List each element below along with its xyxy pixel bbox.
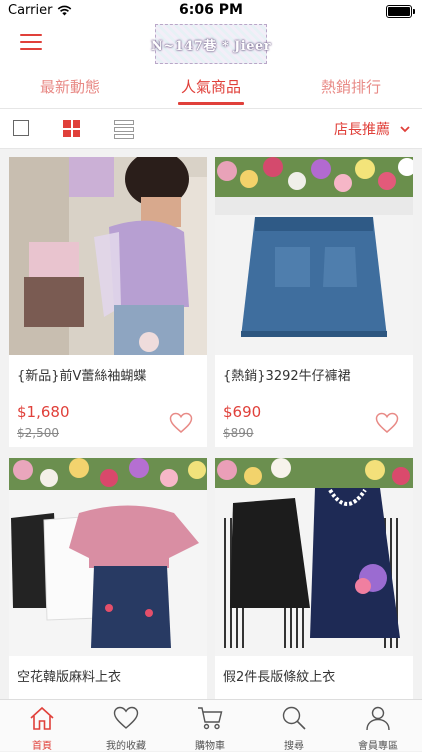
- product-price: $1,680: [17, 403, 70, 421]
- tab-latest[interactable]: 最新動態: [40, 76, 100, 97]
- battery-icon: [386, 5, 415, 18]
- product-image[interactable]: [215, 157, 413, 355]
- list-view-icon[interactable]: [114, 120, 134, 139]
- product-title: 空花韓版麻料上衣: [17, 670, 122, 685]
- tabbar-home[interactable]: 首頁: [0, 700, 84, 752]
- tabbar-search[interactable]: 搜尋: [252, 700, 336, 752]
- sort-label: 店長推薦: [334, 122, 390, 138]
- tab-best-selling[interactable]: 熱銷排行: [321, 76, 381, 97]
- product-price: $690: [223, 403, 262, 421]
- tabbar-member[interactable]: 會員專區: [336, 700, 420, 752]
- favorite-heart-icon[interactable]: [375, 412, 399, 434]
- status-time: 6:06 PM: [179, 2, 243, 18]
- product-title: 假2件長版條紋上衣: [223, 670, 336, 685]
- product-image[interactable]: [9, 157, 207, 355]
- heart-icon: [113, 706, 139, 729]
- tabbar-cart[interactable]: 購物車: [168, 700, 252, 752]
- bottom-tab-bar: 首頁 我的收藏 購物車 搜尋 會員專區: [0, 699, 422, 752]
- menu-icon[interactable]: [20, 34, 42, 52]
- active-tab-indicator: [178, 102, 244, 105]
- product-original-price: $2,500: [17, 426, 59, 440]
- product-title: {熱銷}3292牛仔褲裙: [223, 369, 351, 384]
- home-icon: [30, 706, 54, 730]
- nav-bar: N~147巷 * Jieer: [0, 22, 422, 66]
- product-image[interactable]: [9, 458, 207, 656]
- product-card[interactable]: {熱銷}3292牛仔褲裙 $690 $890: [215, 157, 413, 447]
- product-card[interactable]: 假2件長版條紋上衣: [215, 458, 413, 699]
- product-card[interactable]: {新品}前V蕾絲袖蝴蝶 $1,680 $2,500: [9, 157, 207, 447]
- grid-view-icon[interactable]: [63, 120, 80, 137]
- user-icon: [366, 706, 390, 731]
- tab-popular[interactable]: 人氣商品: [181, 76, 241, 97]
- search-icon: [282, 706, 306, 730]
- store-logo: N~147巷 * Jieer: [151, 24, 271, 64]
- logo-text: N~147巷 * Jieer: [150, 38, 272, 54]
- product-card[interactable]: 空花韓版麻料上衣: [9, 458, 207, 699]
- cart-icon: [198, 707, 223, 730]
- chevron-down-icon: [400, 125, 410, 132]
- single-view-icon[interactable]: [13, 120, 29, 136]
- product-title: {新品}前V蕾絲袖蝴蝶: [17, 369, 147, 384]
- filter-bar: 店長推薦: [0, 109, 422, 149]
- product-image[interactable]: [215, 458, 413, 656]
- status-bar: Carrier 6:06 PM: [0, 0, 422, 22]
- product-original-price: $890: [223, 426, 254, 440]
- sort-dropdown[interactable]: 店長推薦: [334, 119, 410, 139]
- category-tabs: 最新動態 人氣商品 熱銷排行: [0, 66, 422, 109]
- tabbar-favorites[interactable]: 我的收藏: [84, 700, 168, 752]
- favorite-heart-icon[interactable]: [169, 412, 193, 434]
